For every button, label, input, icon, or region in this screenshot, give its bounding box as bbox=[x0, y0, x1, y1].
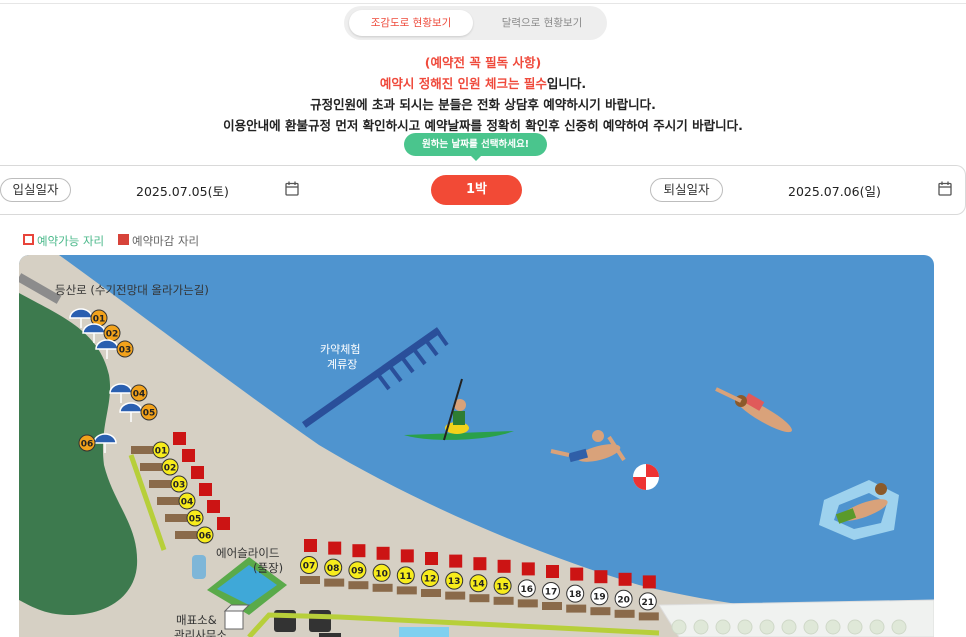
deck-site-number: 20 bbox=[617, 595, 630, 605]
closed-marker bbox=[182, 449, 195, 462]
closed-marker bbox=[449, 554, 463, 568]
deck-site-number: 15 bbox=[496, 582, 509, 592]
deck-site-number: 17 bbox=[545, 588, 558, 598]
campsite-map: 등산로 (수기전망대 올라가는길) 카약체험 계류장 01 02 03 04 0… bbox=[19, 255, 934, 637]
top-divider bbox=[0, 3, 966, 4]
closed-marker bbox=[173, 432, 186, 445]
view-toggle: 조감도로 현황보기 달력으로 현황보기 bbox=[344, 6, 607, 40]
deck-site-number: 02 bbox=[164, 464, 177, 474]
closed-marker bbox=[400, 549, 414, 563]
deck-site-number: 12 bbox=[424, 575, 437, 585]
deck-site-number: 08 bbox=[327, 564, 340, 574]
calendar-view-tab[interactable]: 달력으로 현황보기 bbox=[482, 10, 602, 36]
deck-site-number: 06 bbox=[199, 532, 212, 542]
notice-line-3: 규정인원에 초과 되시는 분들은 전화 상담후 예약하시기 바랍니다. bbox=[310, 97, 656, 112]
closed-marker bbox=[328, 541, 342, 555]
slide-label-2: (풀장) bbox=[253, 561, 283, 575]
deck-site-number: 09 bbox=[351, 567, 364, 577]
umbrella-site-number: 06 bbox=[81, 440, 94, 450]
checkin-label: 입실일자 bbox=[0, 178, 71, 202]
closed-marker bbox=[618, 572, 632, 586]
umbrella-site-number: 05 bbox=[143, 409, 156, 419]
closed-marker bbox=[425, 552, 438, 565]
legend-available-label: 예약가능 자리 bbox=[37, 234, 105, 248]
office-label-1: 매표소& bbox=[176, 613, 217, 627]
closed-marker bbox=[497, 559, 511, 573]
campsite-map-svg: 등산로 (수기전망대 올라가는길) 카약체험 계류장 010203040506 … bbox=[19, 255, 934, 637]
restroom-icon bbox=[309, 610, 331, 632]
deck-site-number: 19 bbox=[593, 593, 606, 603]
umbrella-site-number: 03 bbox=[119, 346, 132, 356]
map-view-tab[interactable]: 조감도로 현황보기 bbox=[349, 10, 473, 36]
closed-marker bbox=[304, 539, 317, 552]
deck-site-number: 11 bbox=[400, 572, 413, 582]
deck-site-number: 18 bbox=[569, 590, 582, 600]
umbrella-site-number: 04 bbox=[133, 390, 146, 400]
notice-line-2: 예약시 정해진 인원 체크는 필수입니다. bbox=[0, 73, 966, 94]
deck-site-number: 21 bbox=[642, 598, 655, 608]
notice-required-text: 예약시 정해진 인원 체크는 필수 bbox=[379, 76, 547, 91]
checkin-calendar-icon[interactable] bbox=[285, 181, 299, 196]
lower-pool bbox=[399, 627, 449, 637]
closed-marker bbox=[352, 544, 366, 558]
checkout-calendar-icon[interactable] bbox=[938, 181, 952, 196]
checkout-label: 퇴실일자 bbox=[650, 178, 723, 202]
closed-marker bbox=[546, 565, 559, 578]
notice-title: (예약전 꼭 필독 사항) bbox=[424, 55, 542, 70]
deck-site-number: 16 bbox=[521, 585, 534, 595]
umbrella-site-number: 02 bbox=[106, 330, 119, 340]
slide-label-1: 에어슬라이드 bbox=[216, 546, 279, 560]
trail-label: 등산로 (수기전망대 올라가는길) bbox=[55, 283, 209, 297]
closed-marker bbox=[570, 567, 584, 581]
umbrella-site-number: 01 bbox=[93, 315, 106, 325]
notice-required-suffix: 입니다. bbox=[546, 76, 587, 91]
legend-closed-swatch bbox=[118, 234, 129, 245]
deck-site-number: 04 bbox=[181, 498, 194, 508]
deck-site-number: 05 bbox=[189, 515, 202, 525]
sink-icon bbox=[319, 633, 341, 637]
date-hint-pill: 원하는 날짜를 선택하세요! bbox=[404, 133, 547, 156]
closed-marker bbox=[207, 500, 220, 513]
closed-marker bbox=[594, 570, 608, 584]
legend-available-swatch bbox=[23, 234, 34, 245]
kayak-label-2: 계류장 bbox=[327, 358, 357, 371]
checkout-date[interactable]: 2025.07.06(일) bbox=[788, 181, 881, 200]
date-hint-arrow bbox=[470, 155, 482, 161]
deck-site-number: 10 bbox=[375, 569, 388, 579]
legend-closed-label: 예약마감 자리 bbox=[132, 234, 200, 248]
checkin-date[interactable]: 2025.07.05(토) bbox=[136, 181, 229, 200]
closed-marker bbox=[376, 546, 390, 560]
deck-site-number: 13 bbox=[448, 577, 461, 587]
booking-notice: (예약전 꼭 필독 사항) 예약시 정해진 인원 체크는 필수입니다. 규정인원… bbox=[0, 52, 966, 136]
closed-marker bbox=[473, 557, 487, 571]
deck-site-number: 07 bbox=[303, 562, 316, 572]
office-label-2: 관리사무소 bbox=[174, 628, 227, 637]
deck-site-number: 03 bbox=[173, 481, 186, 491]
nights-button[interactable]: 1박 bbox=[431, 175, 522, 205]
closed-marker bbox=[217, 517, 230, 530]
closed-marker bbox=[191, 466, 204, 479]
deck-site-number: 01 bbox=[155, 447, 168, 457]
kayak-label-1: 카약체험 bbox=[320, 342, 360, 356]
closed-marker bbox=[521, 562, 535, 576]
closed-marker bbox=[199, 483, 212, 496]
closed-marker bbox=[642, 575, 656, 589]
deck-site-number: 14 bbox=[472, 580, 485, 590]
beach-ball-icon bbox=[633, 464, 659, 490]
